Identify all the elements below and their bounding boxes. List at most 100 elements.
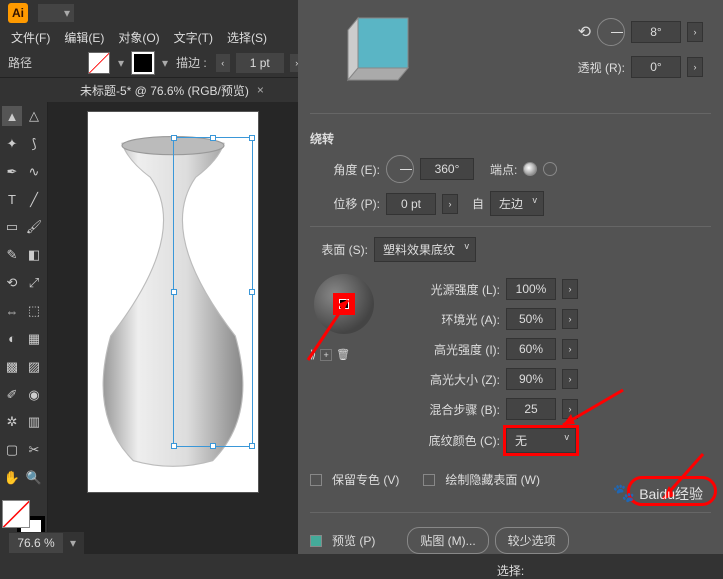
selection-tool[interactable]: ▲ xyxy=(2,106,22,126)
draw-hidden-label: 绘制隐藏表面 (W) xyxy=(445,471,540,488)
rotate-icon[interactable]: ⟲ xyxy=(578,22,591,42)
surface-dropdown[interactable]: 塑料效果底纹 xyxy=(374,237,476,262)
shape-builder-tool[interactable]: ◐ xyxy=(2,329,22,349)
offset-step[interactable]: › xyxy=(442,194,458,214)
revolve-angle-input[interactable]: 360° xyxy=(420,158,474,180)
highlight-intensity-input[interactable]: 60% xyxy=(506,338,556,360)
magic-wand-tool[interactable]: ✦ xyxy=(2,134,22,154)
angle-z-step[interactable]: › xyxy=(687,22,703,42)
slice-tool[interactable]: ✂ xyxy=(24,440,44,460)
fewer-options-button[interactable]: 较少选项 xyxy=(495,527,569,554)
light-intensity-input[interactable]: 100% xyxy=(506,278,556,300)
highlight-size-input[interactable]: 90% xyxy=(506,368,556,390)
mesh-tool[interactable]: ▩ xyxy=(2,357,22,377)
rotate-tool[interactable]: ⟲ xyxy=(2,273,22,293)
stroke-label: 描边 : xyxy=(176,54,207,71)
artboard xyxy=(88,112,258,492)
eyedropper-tool[interactable]: ✐ xyxy=(2,385,22,405)
perspective-tool[interactable]: ▦ xyxy=(24,329,44,349)
angle-dial-z[interactable] xyxy=(597,18,625,46)
document-tab-title: 未标题-5* @ 76.6% (RGB/预览) xyxy=(80,82,249,99)
cap-off-button[interactable] xyxy=(543,162,557,176)
shade-color-dropdown[interactable]: 无 xyxy=(506,428,576,453)
surface-label: 表面 (S): xyxy=(310,241,368,258)
ambient-label: 环境光 (A): xyxy=(408,311,500,328)
delete-light-icon[interactable]: 🗑 xyxy=(336,348,350,361)
menu-object[interactable]: 对象(O) xyxy=(112,26,165,49)
status-bar: 76.6 % ▾ xyxy=(0,532,84,554)
blend-steps-input[interactable]: 25 xyxy=(506,398,556,420)
menu-edit[interactable]: 编辑(E) xyxy=(58,26,110,49)
highlight-intensity-step[interactable]: › xyxy=(562,339,578,359)
close-tab-icon[interactable]: × xyxy=(257,83,264,97)
curvature-tool[interactable]: ∿ xyxy=(24,162,44,182)
select-label: 选择: xyxy=(497,562,524,579)
eraser-tool[interactable]: ◧ xyxy=(24,245,44,265)
preserve-spot-checkbox[interactable] xyxy=(310,474,322,486)
preview-checkbox[interactable] xyxy=(310,535,322,547)
revolve-angle-dial[interactable] xyxy=(386,155,414,183)
from-edge-dropdown[interactable]: 左边 xyxy=(490,191,544,216)
blend-steps-step[interactable]: › xyxy=(562,399,578,419)
perspective-step[interactable]: › xyxy=(687,57,703,77)
revolve-section-title: 绕转 xyxy=(310,130,711,147)
perspective-input[interactable]: 0° xyxy=(631,56,681,78)
menu-file[interactable]: 文件(F) xyxy=(5,26,56,49)
offset-label: 位移 (P): xyxy=(310,195,380,212)
menu-type[interactable]: 文字(T) xyxy=(168,26,219,49)
light-sphere[interactable] xyxy=(310,274,380,344)
line-tool[interactable]: ╱ xyxy=(24,190,44,210)
angle-label: 角度 (E): xyxy=(310,161,380,178)
stroke-swatch[interactable] xyxy=(132,52,154,74)
offset-input[interactable]: 0 pt xyxy=(386,193,436,215)
paintbrush-tool[interactable]: 🖌 xyxy=(24,217,44,237)
artboard-tool[interactable]: ▢ xyxy=(2,440,22,460)
watermark: 🐾 Baidu经验 xyxy=(613,483,703,504)
width-tool[interactable]: ⇔ xyxy=(2,301,22,321)
new-light-icon[interactable]: + xyxy=(320,349,332,361)
free-transform-tool[interactable]: ⬚ xyxy=(24,301,44,321)
shaper-tool[interactable]: ✎ xyxy=(2,245,22,265)
shade-color-label: 底纹颜色 (C): xyxy=(408,432,500,449)
selection-bbox[interactable] xyxy=(173,137,253,447)
draw-hidden-checkbox[interactable] xyxy=(423,474,435,486)
highlight-size-step[interactable]: › xyxy=(562,369,578,389)
blend-steps-label: 混合步骤 (B): xyxy=(408,401,500,418)
preserve-spot-label: 保留专色 (V) xyxy=(332,471,399,488)
ambient-step[interactable]: › xyxy=(562,309,578,329)
3d-revolve-panel: ⟲ 8° › 透视 (R): 0° › 绕转 角度 (E): 360° 端点: … xyxy=(298,0,723,554)
perspective-label: 透视 (R): xyxy=(578,59,625,76)
app-logo: Ai xyxy=(8,3,28,23)
angle-z-input[interactable]: 8° xyxy=(631,21,681,43)
fill-swatch[interactable] xyxy=(88,52,110,74)
highlight-intensity-label: 高光强度 (I): xyxy=(408,341,500,358)
hand-tool[interactable]: ✋ xyxy=(2,468,22,488)
cap-label: 端点: xyxy=(490,161,517,178)
zoom-tool[interactable]: 🔍 xyxy=(24,468,44,488)
cap-on-button[interactable] xyxy=(523,162,537,176)
scale-tool[interactable]: ⤢ xyxy=(24,273,44,293)
symbol-sprayer-tool[interactable]: ✲ xyxy=(2,412,22,432)
toolbox: ▲ △ ✦ ⟆ ✒ ∿ T ╱ ▭ 🖌 ✎ ◧ ⟲ ⤢ ⇔ ⬚ ◐ ▦ ▩ ▨ … xyxy=(0,102,48,554)
workspace-dropdown[interactable] xyxy=(38,4,74,22)
gradient-tool[interactable]: ▨ xyxy=(24,357,44,377)
path-label: 路径 xyxy=(8,54,32,71)
pen-tool[interactable]: ✒ xyxy=(2,162,22,182)
map-art-button[interactable]: 贴图 (M)... xyxy=(407,527,488,554)
rectangle-tool[interactable]: ▭ xyxy=(2,217,22,237)
light-handle[interactable] xyxy=(336,296,352,312)
light-intensity-label: 光源强度 (L): xyxy=(408,281,500,298)
type-tool[interactable]: T xyxy=(2,190,22,210)
menu-select[interactable]: 选择(S) xyxy=(221,26,273,49)
ambient-input[interactable]: 50% xyxy=(506,308,556,330)
from-label: 自 xyxy=(472,195,484,212)
back-light-icon[interactable]: ⟫ xyxy=(310,348,316,361)
blend-tool[interactable]: ◉ xyxy=(24,385,44,405)
zoom-input[interactable]: 76.6 % xyxy=(8,532,64,554)
lasso-tool[interactable]: ⟆ xyxy=(24,134,44,154)
stroke-decrement[interactable]: ‹ xyxy=(215,53,231,73)
direct-selection-tool[interactable]: △ xyxy=(24,106,44,126)
light-intensity-step[interactable]: › xyxy=(562,279,578,299)
column-graph-tool[interactable]: ▥ xyxy=(24,412,44,432)
stroke-width-input[interactable]: 1 pt xyxy=(235,52,285,74)
